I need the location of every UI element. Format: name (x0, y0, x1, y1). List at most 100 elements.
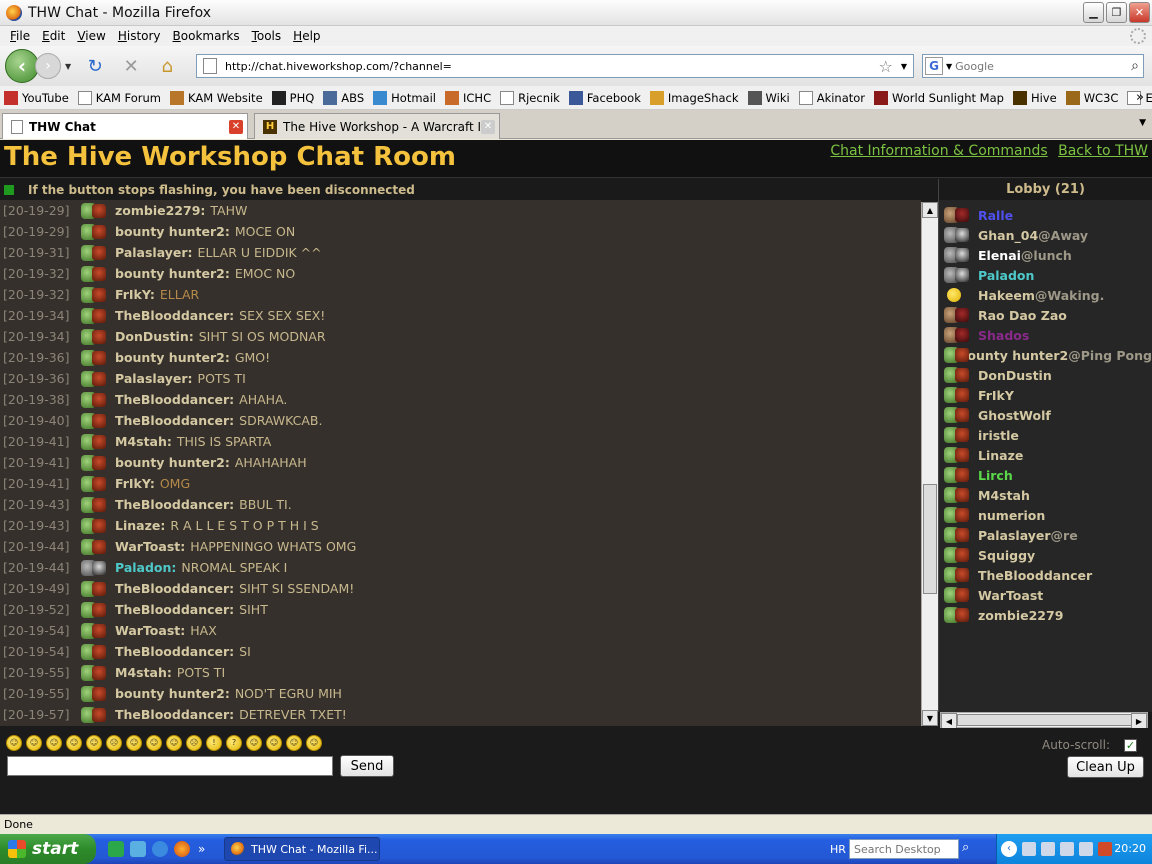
bookmark-hive[interactable]: Hive (1012, 90, 1057, 105)
google-icon[interactable]: G (925, 57, 943, 75)
menu-edit[interactable]: Edit (36, 29, 71, 43)
smiley-icon[interactable]: ☺ (66, 735, 82, 751)
lobby-user[interactable]: Paladon (939, 265, 1152, 285)
smiley-icon[interactable]: ☺ (166, 735, 182, 751)
send-button[interactable]: Send (340, 755, 394, 777)
smiley-icon[interactable]: ☺ (266, 735, 282, 751)
smiley-icon[interactable]: ☺ (286, 735, 302, 751)
bookmark-rjecnik[interactable]: Rjecnik (500, 90, 560, 105)
message-author[interactable]: M4stah: (115, 665, 172, 680)
close-tab-icon[interactable]: ✕ (481, 119, 495, 134)
menu-view[interactable]: View (71, 29, 111, 43)
message-author[interactable]: TheBlooddancer: (115, 497, 234, 512)
message-author[interactable]: bounty hunter2: (115, 350, 230, 365)
message-scrollbar[interactable]: ▲ ▼ (921, 202, 938, 726)
close-tab-icon[interactable]: ✕ (229, 119, 243, 134)
lobby-user[interactable]: Shados (939, 325, 1152, 345)
lobby-user[interactable]: Elenai @lunch (939, 245, 1152, 265)
message-author[interactable]: TheBlooddancer: (115, 308, 234, 323)
lobby-user[interactable]: WarToast (939, 585, 1152, 605)
message-author[interactable]: Palaslayer: (115, 371, 193, 386)
message-author[interactable]: FrIkY: (115, 476, 155, 491)
tab-thw-chat[interactable]: THW Chat ✕ (2, 113, 248, 139)
lobby-user[interactable]: GhostWolf (939, 405, 1152, 425)
message-author[interactable]: FrIkY: (115, 287, 155, 302)
message-author[interactable]: Linaze: (115, 518, 165, 533)
lobby-user[interactable]: M4stah (939, 485, 1152, 505)
chat-info-link[interactable]: Chat Information & Commands (830, 143, 1047, 159)
reload-icon[interactable]: ↻ (82, 53, 108, 79)
bookmark-hotmail[interactable]: Hotmail (373, 90, 436, 105)
quicklaunch-green-icon[interactable] (108, 841, 124, 857)
bookmark-phq[interactable]: PHQ (271, 90, 314, 105)
message-author[interactable]: TheBlooddancer: (115, 392, 234, 407)
bookmark-ichc[interactable]: ICHC (445, 90, 491, 105)
tray-network-icon[interactable] (1060, 842, 1074, 856)
menu-tools[interactable]: Tools (246, 29, 288, 43)
lobby-user[interactable]: FrIkY (939, 385, 1152, 405)
message-author[interactable]: bounty hunter2: (115, 224, 230, 239)
smiley-icon[interactable]: ☹ (186, 735, 202, 751)
menu-help[interactable]: Help (287, 29, 326, 43)
restore-button[interactable]: ❐ (1106, 2, 1127, 23)
quicklaunch-app-icon[interactable] (130, 841, 146, 857)
search-input[interactable] (955, 59, 1132, 73)
lobby-user[interactable]: zombie2279 (939, 605, 1152, 625)
forward-button[interactable]: › (35, 53, 61, 79)
lobby-user[interactable]: iristle (939, 425, 1152, 445)
smiley-icon[interactable]: ☺ (46, 735, 62, 751)
smiley-icon[interactable]: ☺ (6, 735, 22, 751)
lobby-user[interactable]: Palaslayer @re (939, 525, 1152, 545)
menu-bookmarks[interactable]: Bookmarks (167, 29, 246, 43)
back-to-thw-link[interactable]: Back to THW (1058, 143, 1148, 159)
back-button[interactable]: ‹ (5, 49, 39, 83)
url-input[interactable] (225, 59, 879, 73)
smiley-icon[interactable]: ☺ (126, 735, 142, 751)
bookmark-world-sunlight-map[interactable]: World Sunlight Map (874, 90, 1004, 105)
message-author[interactable]: zombie2279: (115, 203, 205, 218)
scroll-thumb[interactable] (957, 714, 1133, 726)
bookmark-wc3c[interactable]: WC3C (1065, 90, 1118, 105)
scroll-left-icon[interactable]: ◀ (941, 713, 957, 729)
smiley-icon[interactable]: ☺ (146, 735, 162, 751)
message-author[interactable]: bounty hunter2: (115, 686, 230, 701)
minimize-button[interactable]: ▁ (1083, 2, 1104, 23)
autoscroll-checkbox[interactable]: ✓ (1124, 738, 1137, 752)
tab-list-dropdown-icon[interactable]: ▼ (1139, 118, 1146, 128)
message-author[interactable]: WarToast: (115, 623, 185, 638)
message-author[interactable]: M4stah: (115, 434, 172, 449)
bookmark-kam-forum[interactable]: KAM Forum (77, 90, 161, 105)
menu-file[interactable]: File (4, 29, 36, 43)
tab-hive-workshop[interactable]: H The Hive Workshop - A Warcraft III Mo.… (254, 113, 500, 139)
smiley-icon[interactable]: ☹ (106, 735, 122, 751)
smiley-icon[interactable]: ☺ (246, 735, 262, 751)
bookmark-star-icon[interactable]: ☆ (879, 57, 893, 76)
message-author[interactable]: TheBlooddancer: (115, 581, 234, 596)
lobby-scrollbar[interactable]: ◀ ▶ (940, 712, 1148, 729)
scroll-thumb[interactable] (923, 484, 937, 594)
bookmark-kam-website[interactable]: KAM Website (170, 90, 263, 105)
taskbar-window-button[interactable]: THW Chat - Mozilla Fi... (224, 837, 380, 861)
message-author[interactable]: bounty hunter2: (115, 266, 230, 281)
scroll-down-icon[interactable]: ▼ (922, 710, 938, 726)
start-button[interactable]: start (0, 834, 96, 864)
menu-history[interactable]: History (112, 29, 167, 43)
smiley-icon[interactable]: ☺ (306, 735, 322, 751)
bookmark-imageshack[interactable]: ImageShack (649, 90, 739, 105)
lobby-user[interactable]: DonDustin (939, 365, 1152, 385)
tray-volume-icon[interactable] (1079, 842, 1093, 856)
tray-antivirus-icon[interactable] (1098, 842, 1112, 856)
bookmark-abs[interactable]: ABS (323, 90, 364, 105)
chat-message-input[interactable] (7, 756, 333, 776)
clean-up-button[interactable]: Clean Up (1067, 756, 1144, 778)
tray-search-icon[interactable] (1041, 842, 1055, 856)
message-author[interactable]: TheBlooddancer: (115, 413, 234, 428)
lobby-user[interactable]: bounty hunter2 @Ping Pong (939, 345, 1152, 365)
lobby-user[interactable]: Rao Dao Zao (939, 305, 1152, 325)
url-bar[interactable]: ☆ ▼ (196, 54, 914, 78)
smiley-icon[interactable]: ☺ (86, 735, 102, 751)
desktop-search-icon[interactable]: ⌕ (962, 840, 982, 858)
message-author[interactable]: DonDustin: (115, 329, 194, 344)
history-dropdown-icon[interactable]: ▼ (65, 62, 71, 71)
message-author[interactable]: WarToast: (115, 539, 185, 554)
